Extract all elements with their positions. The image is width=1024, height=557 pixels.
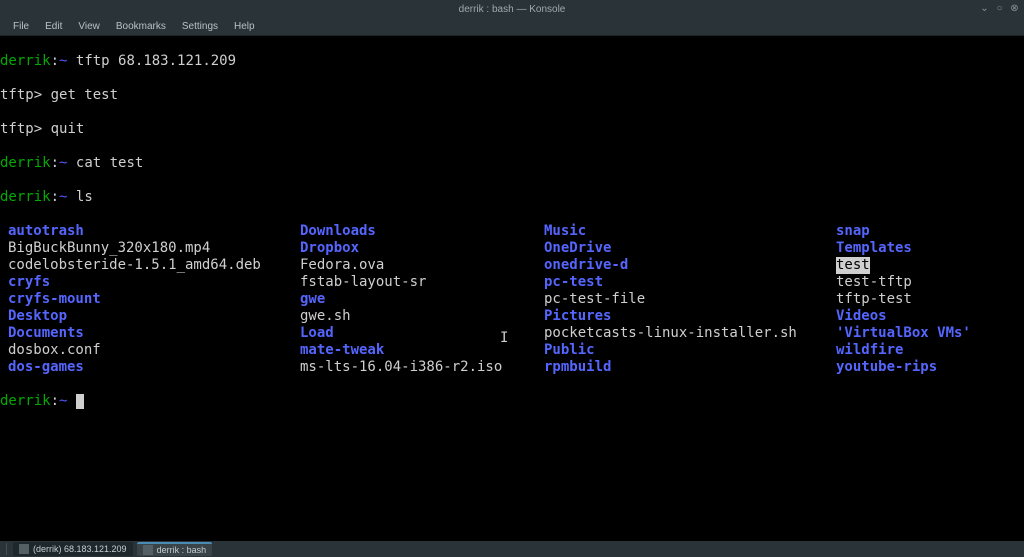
menu-bookmarks[interactable]: Bookmarks <box>109 19 173 34</box>
menu-file[interactable]: File <box>6 19 36 34</box>
list-item: Videos <box>836 308 1024 325</box>
list-item: dos-games <box>8 359 300 376</box>
window-title: derrik : bash — Konsole <box>459 4 566 15</box>
list-item: snap <box>836 223 1024 240</box>
taskbar-separator <box>6 543 7 555</box>
list-item: Fedora.ova <box>300 257 544 274</box>
list-item: codelobsteride-1.5.1_amd64.deb <box>8 257 300 274</box>
terminal-icon <box>19 544 29 554</box>
list-item: gwe <box>300 291 544 308</box>
list-item: Desktop <box>8 308 300 325</box>
ls-col-4: snap Templates test test-tftp tftp-test … <box>836 223 1024 376</box>
taskbar-item-bash[interactable]: derrik : bash <box>137 542 213 556</box>
terminal-cursor <box>76 394 84 409</box>
menu-help[interactable]: Help <box>227 19 262 34</box>
menu-settings[interactable]: Settings <box>175 19 225 34</box>
menu-view[interactable]: View <box>71 19 107 34</box>
tftp-prompt: tftp> <box>0 121 42 137</box>
prompt-user: derrik <box>0 189 51 205</box>
taskbar: (derrik) 68.183.121.209 derrik : bash <box>0 541 1024 557</box>
list-item: pc-test <box>544 274 836 291</box>
menu-edit[interactable]: Edit <box>38 19 69 34</box>
list-item: onedrive-d <box>544 257 836 274</box>
list-item: 'VirtualBox VMs' <box>836 325 1024 342</box>
terminal-icon <box>143 545 153 555</box>
minimize-button[interactable]: ⌄ <box>979 3 990 14</box>
list-item: rpmbuild <box>544 359 836 376</box>
ls-output: autotrash BigBuckBunny_320x180.mp4 codel… <box>0 223 1024 376</box>
cmd-tftp: tftp 68.183.121.209 <box>76 53 236 69</box>
cmd-cat: cat test <box>76 155 143 171</box>
terminal-area[interactable]: derrik:~ tftp 68.183.121.209 tftp> get t… <box>0 36 1024 541</box>
list-item: Documents <box>8 325 300 342</box>
ls-col-2: Downloads Dropbox Fedora.ova fstab-layou… <box>300 223 544 376</box>
list-item: OneDrive <box>544 240 836 257</box>
cmd-ls: ls <box>76 189 93 205</box>
window-titlebar: derrik : bash — Konsole ⌄ ○ ⊗ <box>0 0 1024 18</box>
cmd-get: get test <box>51 87 118 103</box>
taskbar-label: derrik : bash <box>157 545 207 555</box>
list-item: autotrash <box>8 223 300 240</box>
tftp-prompt: tftp> <box>0 87 42 103</box>
list-item: dosbox.conf <box>8 342 300 359</box>
list-item: ms-lts-16.04-i386-r2.iso <box>300 359 544 376</box>
list-item: test <box>836 257 1024 274</box>
list-item: Dropbox <box>300 240 544 257</box>
ls-col-3: Music OneDrive onedrive-d pc-test pc-tes… <box>544 223 836 376</box>
menu-bar: File Edit View Bookmarks Settings Help <box>0 18 1024 36</box>
list-item: tftp-test <box>836 291 1024 308</box>
maximize-button[interactable]: ○ <box>994 3 1005 14</box>
list-item: test-tftp <box>836 274 1024 291</box>
prompt-user: derrik <box>0 53 51 69</box>
prompt-user: derrik <box>0 155 51 171</box>
list-item: cryfs <box>8 274 300 291</box>
taskbar-item-ssh[interactable]: (derrik) 68.183.121.209 <box>13 542 133 556</box>
cmd-quit: quit <box>51 121 85 137</box>
list-item: Templates <box>836 240 1024 257</box>
list-item: Public <box>544 342 836 359</box>
list-item: Downloads <box>300 223 544 240</box>
list-item: youtube-rips <box>836 359 1024 376</box>
prompt-user: derrik <box>0 393 51 409</box>
list-item: pocketcasts-linux-installer.sh <box>544 325 836 342</box>
ls-col-1: autotrash BigBuckBunny_320x180.mp4 codel… <box>0 223 300 376</box>
window-controls: ⌄ ○ ⊗ <box>979 3 1020 14</box>
list-item: pc-test-file <box>544 291 836 308</box>
prompt-sep: : <box>51 53 59 69</box>
list-item: gwe.sh <box>300 308 544 325</box>
text-cursor-icon: I <box>500 330 508 346</box>
list-item: Pictures <box>544 308 836 325</box>
list-item: cryfs-mount <box>8 291 300 308</box>
list-item: fstab-layout-sr <box>300 274 544 291</box>
close-button[interactable]: ⊗ <box>1009 3 1020 14</box>
taskbar-label: (derrik) 68.183.121.209 <box>33 544 127 554</box>
list-item: wildfire <box>836 342 1024 359</box>
list-item: Music <box>544 223 836 240</box>
list-item: BigBuckBunny_320x180.mp4 <box>8 240 300 257</box>
